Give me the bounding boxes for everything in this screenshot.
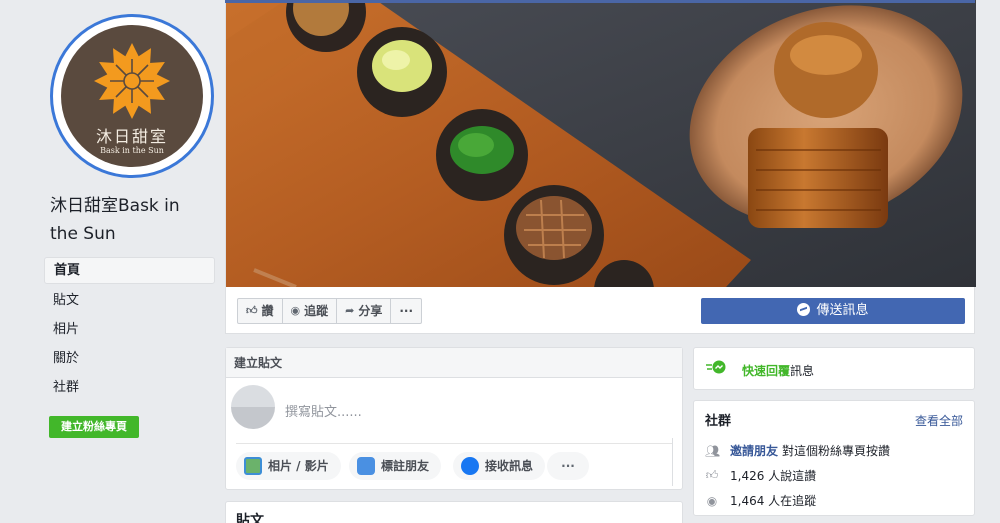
invite-friends-text: 對這個粉絲專頁按讚 (782, 444, 891, 458)
see-all-link[interactable]: 查看全部 (915, 412, 963, 429)
quick-reply-card: 快速回覆訊息 (693, 347, 975, 390)
rss-icon: ◉ (706, 493, 718, 508)
nav-item-photos[interactable]: 相片 (44, 315, 215, 344)
composer-avatar (231, 385, 275, 429)
share-icon: ➦ (345, 304, 355, 317)
community-card: 社群 查看全部 👥︎ 邀請朋友 對這個粉絲專頁按讚 👍︎ 1,426 人說這讚 … (693, 400, 975, 516)
photo-icon (244, 457, 262, 475)
follow-button[interactable]: ◉ 追蹤 (283, 299, 338, 323)
post-input[interactable]: 撰寫貼文...... (285, 401, 362, 420)
more-button[interactable]: ··· (391, 299, 421, 323)
divider (672, 438, 673, 486)
left-sidebar: 沐日甜室 Bask in the Sun 沐日甜室Bask in the Sun… (0, 0, 224, 523)
photo-video-label: 相片 / 影片 (268, 459, 329, 473)
tag-friend-icon (357, 457, 375, 475)
nav-item-home[interactable]: 首頁 (44, 257, 215, 284)
cover-section: 👍︎ 讚 ◉ 追蹤 ➦ 分享 ··· 傳送訊息 (225, 0, 976, 334)
get-messages-button[interactable]: 接收訊息 (453, 452, 546, 480)
like-button[interactable]: 👍︎ 讚 (238, 299, 283, 323)
rss-icon: ◉ (290, 304, 301, 317)
page-avatar[interactable]: 沐日甜室 Bask in the Sun (50, 14, 214, 178)
like-label: 讚 (261, 304, 274, 318)
posts-card: 貼文 (225, 501, 683, 523)
tag-friends-label: 標註朋友 (381, 459, 430, 473)
nav-item-posts[interactable]: 貼文 (44, 286, 215, 315)
follows-row: ◉ 1,464 人在追蹤 (705, 492, 816, 509)
composer-more-button[interactable]: ··· (547, 452, 589, 480)
messenger-icon (797, 303, 811, 316)
page-title[interactable]: 沐日甜室Bask in the Sun (50, 192, 210, 248)
logo-english-text: Bask in the Sun (100, 146, 164, 155)
share-button[interactable]: ➦ 分享 (337, 299, 392, 323)
likes-row: 👍︎ 1,426 人說這讚 (705, 467, 816, 484)
nav-item-community[interactable]: 社群 (44, 373, 215, 402)
tag-friends-button[interactable]: 標註朋友 (349, 452, 442, 480)
invite-friends-link[interactable]: 邀請朋友 (730, 442, 778, 459)
photo-video-button[interactable]: 相片 / 影片 (236, 452, 341, 480)
logo-chinese-text: 沐日甜室 (95, 127, 168, 146)
page-logo: 沐日甜室 Bask in the Sun (61, 25, 203, 167)
thumbs-up-icon: 👍︎ (246, 304, 258, 317)
follows-count: 1,464 人在追蹤 (730, 494, 817, 508)
top-accent-line (225, 0, 975, 3)
divider (236, 443, 672, 444)
create-page-button[interactable]: 建立粉絲專頁 (49, 416, 139, 438)
create-post-card: 建立貼文 撰寫貼文...... 相片 / 影片 標註朋友 接收訊息 ··· (225, 347, 683, 490)
quick-reply-icon (706, 360, 726, 374)
posts-title: 貼文 (236, 513, 264, 523)
thumbs-up-icon: 👍︎ (705, 468, 719, 482)
people-icon: 👥︎ (705, 443, 721, 458)
page-action-group: 👍︎ 讚 ◉ 追蹤 ➦ 分享 ··· (237, 298, 423, 324)
send-message-button[interactable]: 傳送訊息 (701, 298, 965, 324)
nav-item-about[interactable]: 關於 (44, 344, 215, 373)
messenger-icon (461, 457, 479, 475)
quick-reply-rest: 訊息 (790, 364, 815, 378)
quick-reply-text: 快速回覆訊息 (742, 362, 814, 379)
send-message-label: 傳送訊息 (816, 303, 869, 318)
create-post-title: 建立貼文 (226, 348, 682, 378)
page-nav: 首頁 貼文 相片 關於 社群 (44, 257, 215, 402)
get-messages-label: 接收訊息 (485, 459, 534, 473)
likes-count: 1,426 人說這讚 (730, 469, 817, 483)
follow-label: 追蹤 (304, 304, 329, 318)
quick-reply-highlight: 快速回覆 (742, 364, 791, 378)
share-label: 分享 (358, 304, 383, 318)
cover-photo[interactable] (226, 0, 976, 287)
invite-friends-row: 👥︎ 邀請朋友 對這個粉絲專頁按讚 (705, 442, 890, 459)
community-title: 社群 (705, 414, 732, 429)
